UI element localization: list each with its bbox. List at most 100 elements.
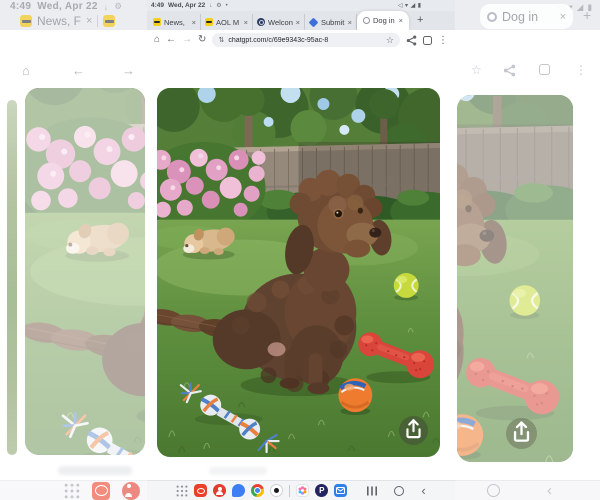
screenshot-layer-next: ◁ ▾ ◢ ▮ Dog in × + ☆ ⋮ (455, 0, 600, 500)
bookmark-icon[interactable]: ☆ (386, 35, 394, 46)
envelope-glyph (336, 487, 346, 494)
next-tab-favicon (103, 15, 116, 27)
tab-dog-faded: Dog in × (480, 4, 573, 29)
app-drawer-icon[interactable] (176, 485, 188, 497)
url-bar[interactable]: ⇅ chatgpt.com/c/69e9343c-95ac-8 ☆ (212, 33, 400, 47)
screenshot-layer-current: 4:49 Wed, Apr 22 ↓ ⚙ • ◁ ▾ ◢ ▮ News, × A… (147, 0, 455, 500)
screen: 4:49 Wed, Apr 22 ↓ ⚙ News, F × ⌂ ← → 4:4… (0, 0, 600, 500)
tab-switcher-icon (539, 64, 550, 75)
mute-icon: ◁ (397, 3, 403, 9)
tab-close-icon[interactable]: × (192, 18, 196, 27)
backyard-photo-left-crop (25, 88, 145, 455)
status-bar-faded: 4:49 Wed, Apr 22 ↓ ⚙ (10, 1, 122, 12)
flower-glyph (298, 486, 307, 495)
share-icon[interactable] (406, 35, 417, 46)
status-time: 4:49 (10, 1, 32, 12)
url-text[interactable]: chatgpt.com/c/69e9343c-95ac-8 (228, 37, 382, 44)
status-bar: 4:49 Wed, Apr 22 ↓ ⚙ • ◁ ▾ ◢ ▮ (147, 0, 455, 11)
status-date: Wed, Apr 22 (168, 2, 206, 9)
tab-switcher-icon[interactable] (423, 35, 432, 45)
home-nav-button[interactable] (394, 485, 405, 496)
tab-news-faded: News, F × (20, 14, 116, 28)
dog-photo-card-faded[interactable] (457, 95, 573, 462)
news-favicon (153, 18, 161, 26)
ghost-text-blur (58, 466, 132, 475)
menu-icon: ⋮ (575, 63, 587, 77)
download-icon: ↓ (103, 1, 109, 12)
gear-icon: ⚙ (216, 3, 222, 9)
forward-button[interactable]: → (182, 35, 192, 45)
back-nav-button[interactable]: ‹ (421, 484, 425, 497)
battery-icon: ▮ (417, 3, 421, 9)
back-icon: ← (72, 63, 85, 78)
tab-close-icon: × (86, 15, 93, 27)
globe-favicon (257, 18, 265, 26)
messages-icon[interactable] (232, 484, 246, 497)
dog-photo-card-faded[interactable] (25, 88, 145, 455)
notification-dot-icon: • (225, 2, 228, 9)
email-icon[interactable] (334, 484, 348, 497)
new-tab-button-faded: + (583, 7, 592, 23)
browser-toolbar: ⌂ ← → ↻ ⇅ chatgpt.com/c/69e9343c-95ac-8 … (147, 30, 455, 50)
camera-icon[interactable] (270, 484, 284, 497)
menu-icon[interactable]: ⋮ (438, 35, 448, 46)
upload-icon (406, 419, 421, 439)
tab-submit[interactable]: Submit × (305, 14, 357, 30)
forward-icon: → (122, 63, 135, 78)
image-share-button[interactable] (399, 416, 428, 445)
tab-welcome[interactable]: Welcon × (253, 14, 305, 30)
taskbar-faded (0, 480, 147, 500)
tab-dog-active[interactable]: Dog in × (357, 11, 409, 30)
news-favicon (20, 15, 32, 27)
chrome-icon[interactable] (251, 484, 265, 497)
bookmark-icon: ☆ (471, 63, 482, 77)
image-share-button-faded (506, 418, 537, 449)
signal-icon: ◢ (410, 3, 416, 9)
download-icon: ↓ (209, 2, 213, 9)
tab-close-icon[interactable]: × (399, 16, 403, 25)
status-time: 4:49 (151, 2, 165, 9)
gear-icon: ⚙ (114, 1, 123, 11)
network-icon: ▾ (405, 3, 409, 9)
recents-button[interactable] (367, 486, 378, 496)
tab-close-icon[interactable]: × (296, 18, 300, 27)
samsung-internet-icon[interactable] (194, 484, 208, 497)
chatgpt-favicon (363, 17, 370, 24)
share-icon (503, 64, 516, 77)
tab-divider (97, 15, 99, 27)
back-button[interactable]: ← (166, 35, 176, 45)
tab-news[interactable]: News, × (149, 14, 201, 30)
tab-close-icon: × (559, 10, 566, 23)
tab-aol-mail[interactable]: AOL M × (201, 14, 253, 30)
tab-close-icon[interactable]: × (348, 18, 352, 27)
dog-photo-card[interactable] (157, 88, 440, 457)
samsung-internet-icon (92, 481, 110, 500)
home-nav-button (487, 484, 500, 497)
back-nav-button: ‹ (547, 482, 552, 499)
tab-strip: News, × AOL M × Welcon × Submit × Dog in (147, 11, 455, 30)
taskbar-divider (289, 484, 291, 497)
gallery-icon[interactable] (296, 484, 310, 497)
new-tab-button[interactable]: + (417, 15, 423, 26)
taskbar: P ‹ (147, 480, 455, 500)
submit-favicon (308, 17, 319, 27)
taskbar-faded: ‹ (455, 480, 600, 500)
toolbar-faded: ⌂ ← → (0, 30, 147, 78)
photo-card-edge-sliver (7, 100, 17, 455)
ghost-text-blur (209, 467, 267, 475)
tab-close-icon[interactable]: × (244, 18, 248, 27)
backyard-photo (157, 88, 440, 457)
site-info-icon[interactable]: ⇅ (218, 36, 224, 44)
aol-favicon (205, 18, 213, 26)
backyard-photo-right-crop (457, 95, 573, 462)
home-button[interactable]: ⌂ (154, 35, 160, 45)
home-icon: ⌂ (22, 63, 30, 78)
app-drawer-icon (64, 483, 80, 498)
upload-icon (513, 421, 530, 442)
status-date: Wed, Apr 22 (37, 1, 98, 12)
chatgpt-favicon (487, 11, 497, 22)
contacts-icon[interactable] (213, 484, 227, 497)
reload-button[interactable]: ↻ (198, 35, 206, 45)
toolbar-faded: ☆ ⋮ (455, 30, 600, 77)
paypal-icon[interactable]: P (315, 484, 329, 497)
